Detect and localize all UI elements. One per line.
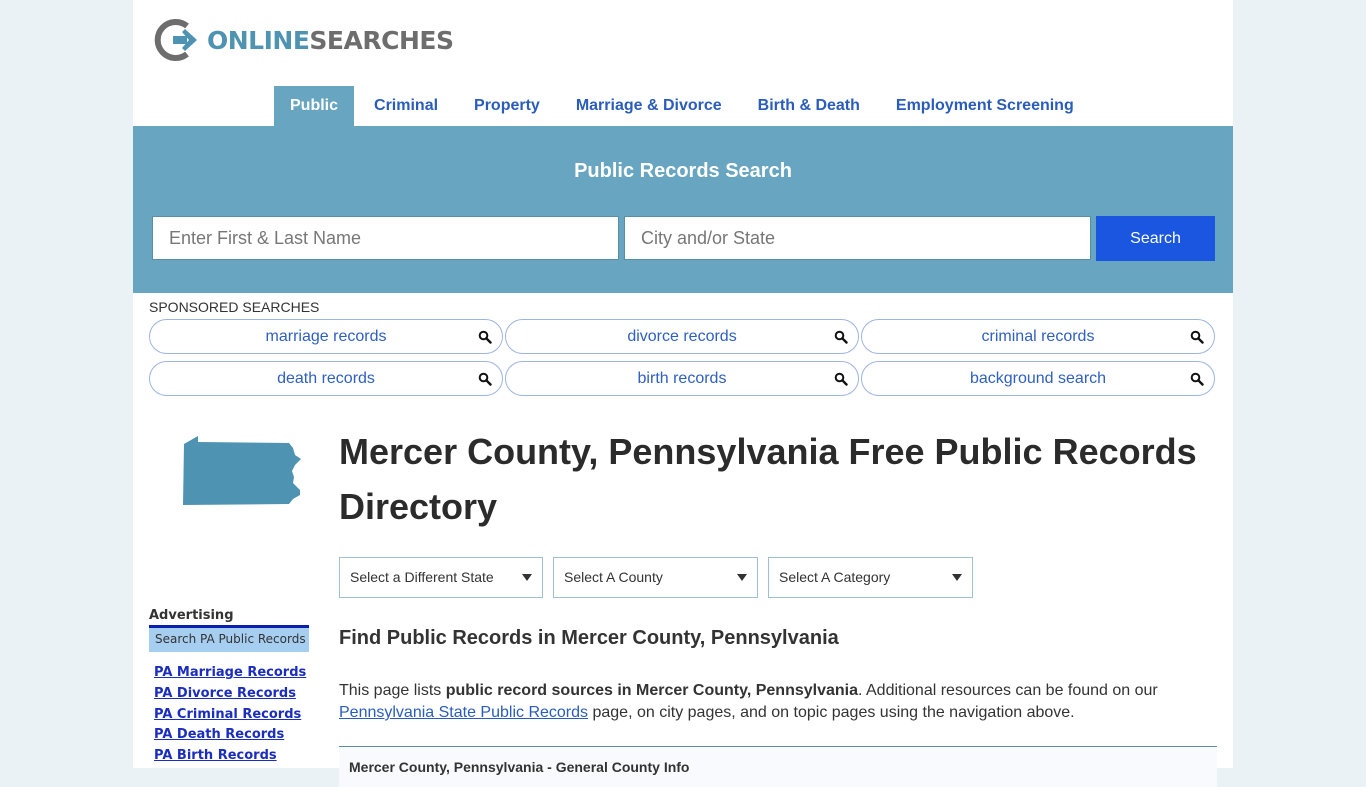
nav-birth-death[interactable]: Birth & Death bbox=[742, 86, 876, 126]
sidebar-box-title: Search PA Public Records bbox=[149, 625, 309, 652]
advertising-label: Advertising bbox=[149, 608, 234, 623]
county-select[interactable]: Select A County bbox=[553, 557, 758, 598]
page-container: ONLINESEARCHES Public Criminal Property … bbox=[133, 0, 1233, 787]
intro-bold-text: public record sources in Mercer County, … bbox=[445, 682, 858, 699]
category-select-value: Select A Category bbox=[779, 569, 891, 585]
pill-label: criminal records bbox=[981, 328, 1095, 345]
sponsored-death-records[interactable]: death records bbox=[149, 361, 503, 396]
search-button[interactable]: Search bbox=[1096, 216, 1215, 261]
nav-criminal[interactable]: Criminal bbox=[358, 86, 454, 126]
logo-text-online: ONLINE bbox=[207, 25, 310, 55]
sidebar-link-death[interactable]: PA Death Records bbox=[154, 725, 306, 746]
sidebar-link-divorce[interactable]: PA Divorce Records bbox=[154, 684, 306, 705]
search-banner: Public Records Search Search bbox=[133, 126, 1233, 293]
site-logo[interactable]: ONLINESEARCHES bbox=[153, 18, 454, 62]
sponsored-birth-records[interactable]: birth records bbox=[505, 361, 859, 396]
intro-paragraph: This page lists public record sources in… bbox=[339, 680, 1219, 724]
caret-down-icon bbox=[952, 574, 962, 581]
section-heading: Find Public Records in Mercer County, Pe… bbox=[339, 627, 839, 649]
category-select[interactable]: Select A Category bbox=[768, 557, 973, 598]
sponsored-marriage-records[interactable]: marriage records bbox=[149, 319, 503, 354]
pill-label: birth records bbox=[637, 370, 727, 387]
nav-employment-screening[interactable]: Employment Screening bbox=[880, 86, 1090, 126]
sidebar-links: PA Marriage Records PA Divorce Records P… bbox=[154, 663, 306, 767]
search-icon bbox=[478, 372, 492, 386]
main-nav: Public Criminal Property Marriage & Divo… bbox=[274, 86, 1094, 126]
city-state-input[interactable] bbox=[624, 216, 1091, 260]
page-title: Mercer County, Pennsylvania Free Public … bbox=[339, 431, 1197, 527]
intro-text: page, on city pages, and on topic pages … bbox=[588, 704, 1075, 721]
nav-public[interactable]: Public bbox=[274, 86, 355, 126]
search-icon bbox=[834, 330, 848, 344]
sidebar-link-birth[interactable]: PA Birth Records bbox=[154, 746, 306, 767]
search-icon bbox=[834, 372, 848, 386]
intro-text: This page lists bbox=[339, 682, 446, 699]
search-icon bbox=[478, 330, 492, 344]
sponsored-criminal-records[interactable]: criminal records bbox=[861, 319, 1215, 354]
pill-label: marriage records bbox=[265, 328, 387, 345]
nav-marriage-divorce[interactable]: Marriage & Divorce bbox=[560, 86, 738, 126]
sponsored-searches-label: SPONSORED SEARCHES bbox=[149, 299, 320, 315]
logo-text: ONLINESEARCHES bbox=[207, 25, 454, 55]
sidebar-link-marriage[interactable]: PA Marriage Records bbox=[154, 663, 306, 684]
state-select[interactable]: Select a Different State bbox=[339, 557, 543, 598]
pill-label: death records bbox=[277, 370, 375, 387]
logo-text-searches: SEARCHES bbox=[309, 25, 454, 55]
pill-label: divorce records bbox=[627, 328, 737, 345]
nav-property[interactable]: Property bbox=[458, 86, 556, 126]
caret-down-icon bbox=[737, 574, 747, 581]
state-select-value: Select a Different State bbox=[350, 569, 494, 585]
state-records-link[interactable]: Pennsylvania State Public Records bbox=[339, 704, 588, 721]
search-icon bbox=[1190, 330, 1204, 344]
sponsored-searches: marriage records divorce records crimina… bbox=[149, 319, 1215, 396]
intro-text: . Additional resources can be found on o… bbox=[858, 682, 1158, 699]
sponsored-background-search[interactable]: background search bbox=[861, 361, 1215, 396]
pennsylvania-map-icon bbox=[183, 436, 301, 505]
county-info-box: Mercer County, Pennsylvania - General Co… bbox=[339, 746, 1217, 787]
pill-label: background search bbox=[969, 370, 1107, 387]
sponsored-divorce-records[interactable]: divorce records bbox=[505, 319, 859, 354]
search-title: Public Records Search bbox=[574, 160, 792, 182]
logo-icon bbox=[154, 19, 197, 61]
name-input[interactable] bbox=[152, 216, 619, 260]
caret-down-icon bbox=[522, 574, 532, 581]
county-select-value: Select A County bbox=[564, 569, 663, 585]
county-info-title: Mercer County, Pennsylvania - General Co… bbox=[349, 759, 690, 775]
sidebar-link-criminal[interactable]: PA Criminal Records bbox=[154, 705, 306, 726]
search-icon bbox=[1190, 372, 1204, 386]
